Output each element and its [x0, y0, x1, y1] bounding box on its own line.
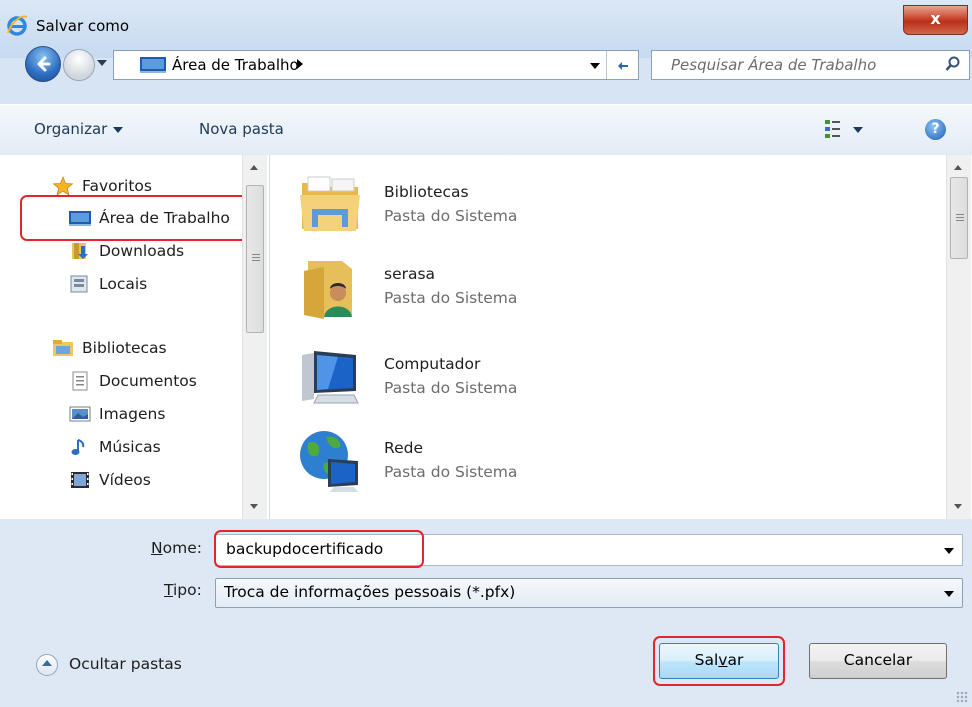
- close-button[interactable]: x: [903, 5, 968, 35]
- organize-menu[interactable]: Organizar: [34, 120, 124, 138]
- navigation-bar: Área de Trabalho Pesquisar Área de Traba…: [0, 40, 972, 98]
- highlight-save: [653, 636, 785, 686]
- list-item[interactable]: Rede Pasta do Sistema: [298, 429, 798, 509]
- libraries-label: Bibliotecas: [82, 339, 167, 357]
- file-name[interactable]: serasa: [384, 265, 435, 283]
- address-bar[interactable]: Área de Trabalho: [113, 50, 639, 80]
- videos-icon: [71, 472, 89, 488]
- network-icon: [300, 431, 358, 492]
- scroll-down-icon[interactable]: [954, 504, 962, 509]
- list-item[interactable]: serasa Pasta do Sistema: [298, 255, 798, 335]
- recent-places-icon: [70, 275, 88, 293]
- search-box[interactable]: Pesquisar Área de Trabalho: [651, 50, 970, 80]
- new-folder-button[interactable]: Nova pasta: [199, 120, 284, 138]
- breadcrumb-chevron-icon[interactable]: [297, 59, 303, 69]
- back-arrow-icon: [37, 56, 51, 72]
- collapse-icon: [36, 654, 58, 676]
- favorites-label: Favoritos: [82, 177, 152, 195]
- help-button[interactable]: ?: [925, 119, 946, 140]
- file-list-scrollbar[interactable]: [946, 155, 971, 519]
- sidebar-item-label: Locais: [99, 275, 148, 293]
- search-input[interactable]: Pesquisar Área de Trabalho: [671, 56, 876, 74]
- downloads-icon: [72, 243, 88, 259]
- organize-label[interactable]: Organizar: [34, 120, 107, 138]
- recent-locations-dropdown-icon[interactable]: [97, 60, 107, 66]
- filetype-select[interactable]: Troca de informações pessoais (*.pfx): [215, 578, 963, 608]
- navigation-pane: Favoritos Área de Trabalho Downloads Loc…: [0, 155, 270, 519]
- save-form: Nome: backupdocertificado Tipo: Troca de…: [0, 519, 972, 707]
- filetype-value[interactable]: Troca de informações pessoais (*.pfx): [224, 583, 515, 601]
- address-dropdown-icon[interactable]: [590, 63, 600, 69]
- list-item[interactable]: Bibliotecas Pasta do Sistema: [298, 173, 798, 253]
- file-type: Pasta do Sistema: [384, 463, 518, 481]
- navigation-scrollbar[interactable]: [242, 155, 267, 519]
- cancel-button[interactable]: Cancelar: [809, 643, 947, 679]
- search-icon[interactable]: [945, 56, 961, 72]
- filename-label: Nome:: [151, 539, 202, 557]
- file-name[interactable]: Rede: [384, 439, 423, 457]
- command-toolbar: Organizar Nova pasta ?: [0, 104, 972, 156]
- scrollbar-thumb[interactable]: [950, 177, 968, 259]
- file-name[interactable]: Bibliotecas: [384, 183, 469, 201]
- change-view-icon[interactable]: [823, 117, 877, 141]
- documents-icon: [72, 371, 88, 391]
- desktop-icon: [140, 57, 166, 73]
- file-list: Bibliotecas Pasta do Sistema serasa Past…: [270, 155, 946, 519]
- star-icon: [52, 176, 74, 196]
- highlight-desktop: [20, 195, 252, 241]
- internet-explorer-icon: [7, 15, 28, 36]
- refresh-icon: [618, 62, 628, 70]
- forward-button[interactable]: [63, 49, 95, 81]
- file-type: Pasta do Sistema: [384, 289, 518, 307]
- chevron-down-icon: [113, 126, 124, 133]
- music-icon: [71, 439, 85, 455]
- browser-area: Favoritos Área de Trabalho Downloads Loc…: [0, 155, 972, 520]
- scroll-up-icon[interactable]: [250, 165, 258, 170]
- resize-grip-icon[interactable]: [956, 691, 968, 703]
- hide-folders-label: Ocultar pastas: [69, 655, 182, 673]
- libraries-folder-icon: [300, 176, 360, 231]
- sidebar-item-label: Documentos: [99, 372, 197, 390]
- filetype-label: Tipo:: [164, 581, 202, 599]
- file-name[interactable]: Computador: [384, 355, 480, 373]
- window-title: Salvar como: [36, 17, 130, 35]
- save-as-dialog: Salvar como x Área de Trabalho Pesquisar…: [0, 0, 972, 707]
- sidebar-item-label: Imagens: [99, 405, 166, 423]
- list-item[interactable]: Computador Pasta do Sistema: [298, 345, 798, 425]
- sidebar-item-label: Vídeos: [99, 471, 151, 489]
- pictures-icon: [69, 406, 91, 422]
- libraries-icon: [53, 340, 73, 356]
- refresh-button[interactable]: [606, 51, 639, 79]
- chevron-down-icon[interactable]: [944, 548, 954, 554]
- address-location[interactable]: Área de Trabalho: [172, 56, 299, 74]
- scroll-down-icon[interactable]: [250, 504, 258, 509]
- chevron-down-icon[interactable]: [944, 591, 954, 597]
- back-button[interactable]: [25, 46, 61, 82]
- user-folder-icon: [304, 261, 352, 319]
- sidebar-item-label: Músicas: [99, 438, 161, 456]
- computer-icon: [302, 351, 359, 404]
- highlight-filename: [214, 530, 424, 568]
- sidebar-item-label: Downloads: [99, 242, 185, 260]
- file-type: Pasta do Sistema: [384, 207, 518, 225]
- file-type: Pasta do Sistema: [384, 379, 518, 397]
- scrollbar-thumb[interactable]: [246, 185, 264, 333]
- scroll-up-icon[interactable]: [954, 165, 962, 170]
